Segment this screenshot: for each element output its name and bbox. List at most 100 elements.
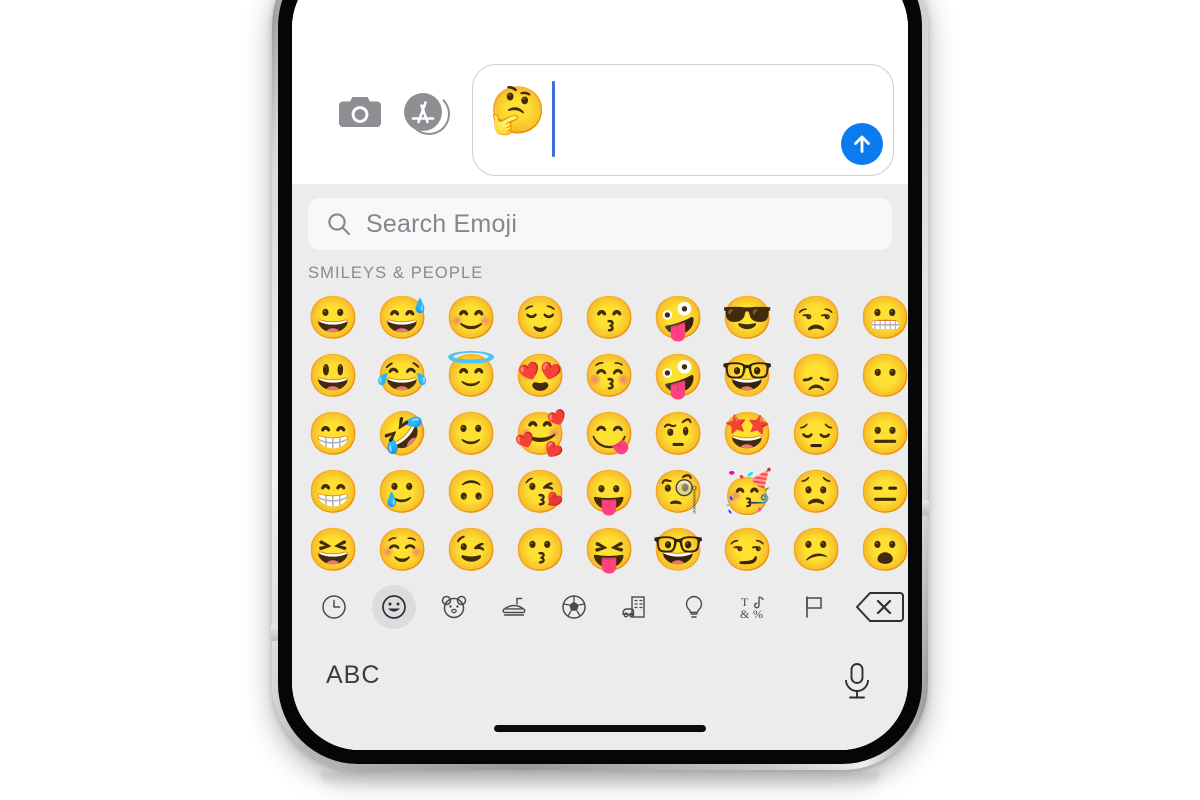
emoji-button[interactable]: 😎	[721, 297, 790, 339]
emoji-button[interactable]: 😶	[859, 355, 908, 397]
emoji-button[interactable]: 😟	[790, 471, 859, 513]
emoji-button[interactable]: 😉	[445, 529, 514, 571]
emoji-button[interactable]: 🤓	[652, 529, 721, 571]
soccer-ball-icon	[562, 595, 586, 619]
emoji-row: 😆 ☺️ 😉 😗 😝 🤓 😏 😕 😮	[307, 521, 908, 579]
frame-antenna-band-left	[271, 625, 278, 641]
smiley-icon	[382, 595, 406, 619]
emoji-button[interactable]: 😘	[514, 471, 583, 513]
emoji-button[interactable]: 🥲	[376, 471, 445, 513]
emoji-button[interactable]: 😒	[790, 297, 859, 339]
emoji-button[interactable]: 😂	[376, 355, 445, 397]
emoji-button[interactable]: 🙂	[445, 413, 514, 455]
emoji-button[interactable]: 😇	[445, 355, 514, 397]
phone-frame: 🤔 Search Emoji SMILEYS & PEOPLE 😀 😅 😊 😌 …	[271, 0, 929, 770]
emoji-button[interactable]: 🤣	[376, 413, 445, 455]
emoji-button[interactable]: 🥳	[721, 471, 790, 513]
emoji-button[interactable]: 😬	[859, 297, 908, 339]
emoji-button[interactable]: 😏	[721, 529, 790, 571]
message-input-field[interactable]: 🤔	[472, 64, 894, 176]
emoji-button[interactable]: 😊	[445, 297, 514, 339]
message-input-value: 🤔	[489, 84, 547, 136]
emoji-button[interactable]: 🤪	[652, 297, 721, 339]
emoji-button[interactable]: 🤩	[721, 413, 790, 455]
screenshot-root: 🤔 Search Emoji SMILEYS & PEOPLE 😀 😅 😊 😌 …	[0, 0, 1200, 800]
compose-actions	[338, 90, 450, 176]
abc-key[interactable]: ABC	[326, 661, 380, 690]
search-icon	[328, 213, 351, 236]
app-store-button[interactable]	[404, 90, 450, 135]
emoji-grid: 😀 😅 😊 😌 😙 🤪 😎 😒 😬 😃 😂 😇 😍 😚 🤪 🤓 😞 😶 😁 🤣 …	[292, 289, 908, 579]
food-icon	[502, 597, 526, 616]
emoji-button[interactable]: 🤪	[652, 355, 721, 397]
arrow-up-icon	[854, 135, 870, 153]
emoji-section-title: SMILEYS & PEOPLE	[308, 264, 484, 282]
svg-text:&: &	[740, 607, 750, 621]
symbols-icon: T & %	[740, 595, 764, 621]
emoji-button[interactable]: 😀	[307, 297, 376, 339]
phone-reflection	[320, 772, 880, 788]
emoji-button[interactable]: 😁	[307, 471, 376, 513]
microphone-icon	[845, 663, 869, 699]
category-animals[interactable]	[432, 585, 476, 629]
phone-screen: 🤔 Search Emoji SMILEYS & PEOPLE 😀 😅 😊 😌 …	[292, 0, 908, 750]
emoji-button[interactable]: 😐	[859, 413, 908, 455]
delete-key[interactable]	[852, 585, 908, 629]
search-placeholder: Search Emoji	[366, 209, 518, 238]
category-flags[interactable]	[792, 585, 836, 629]
emoji-button[interactable]: 🙃	[445, 471, 514, 513]
emoji-button[interactable]: 🥰	[514, 413, 583, 455]
home-indicator[interactable]	[494, 725, 706, 732]
category-travel[interactable]	[612, 585, 656, 629]
camera-button[interactable]	[338, 95, 382, 129]
emoji-row: 😁 🤣 🙂 🥰 😋 🤨 🤩 😔 😐	[307, 405, 908, 463]
compose-bar: 🤔	[292, 46, 908, 176]
emoji-button[interactable]: 😍	[514, 355, 583, 397]
frame-antenna-band-right	[922, 500, 929, 516]
clock-icon	[322, 595, 346, 619]
emoji-button[interactable]: 😔	[790, 413, 859, 455]
delete-backward-icon	[856, 592, 904, 622]
emoji-button[interactable]: 😙	[583, 297, 652, 339]
category-symbols[interactable]: T & %	[732, 585, 776, 629]
travel-icon	[622, 596, 645, 618]
emoji-button[interactable]: 🤓	[721, 355, 790, 397]
search-input[interactable]: Search Emoji	[308, 198, 892, 250]
dictation-button[interactable]	[840, 661, 874, 703]
emoji-button[interactable]: ☺️	[376, 529, 445, 571]
emoji-button[interactable]: 😮	[859, 529, 908, 571]
emoji-button[interactable]: 😃	[307, 355, 376, 397]
phone-bezel: 🤔 Search Emoji SMILEYS & PEOPLE 😀 😅 😊 😌 …	[278, 0, 922, 764]
emoji-button[interactable]: 😆	[307, 529, 376, 571]
emoji-button[interactable]: 😁	[307, 413, 376, 455]
emoji-button[interactable]: 🧐	[652, 471, 721, 513]
emoji-button[interactable]: 😕	[790, 529, 859, 571]
conversation-area: 🤔	[292, 0, 908, 184]
emoji-button[interactable]: 😅	[376, 297, 445, 339]
emoji-button[interactable]: 😛	[583, 471, 652, 513]
category-objects[interactable]	[672, 585, 716, 629]
emoji-button[interactable]: 🤨	[652, 413, 721, 455]
emoji-button[interactable]: 😞	[790, 355, 859, 397]
text-cursor	[552, 81, 556, 157]
emoji-keyboard: Search Emoji SMILEYS & PEOPLE 😀 😅 😊 😌 😙	[292, 184, 908, 750]
emoji-row: 😁 🥲 🙃 😘 😛 🧐 🥳 😟 😑	[307, 463, 908, 521]
category-activity[interactable]	[552, 585, 596, 629]
camera-icon	[339, 97, 381, 127]
emoji-row: 😀 😅 😊 😌 😙 🤪 😎 😒 😬	[307, 289, 908, 347]
emoji-button[interactable]: 😝	[583, 529, 652, 571]
category-food[interactable]	[492, 585, 536, 629]
send-button[interactable]	[841, 123, 883, 165]
category-recents[interactable]	[312, 585, 356, 629]
emoji-button[interactable]: 😋	[583, 413, 652, 455]
emoji-button[interactable]: 😗	[514, 529, 583, 571]
category-smileys[interactable]	[372, 585, 416, 629]
app-store-icon	[404, 93, 442, 131]
keyboard-bottom-bar: ABC	[292, 635, 908, 750]
bear-icon	[441, 595, 467, 619]
emoji-button[interactable]: 😑	[859, 471, 908, 513]
emoji-button[interactable]: 😌	[514, 297, 583, 339]
emoji-button[interactable]: 😚	[583, 355, 652, 397]
flag-icon	[806, 596, 822, 618]
search-row: Search Emoji	[292, 198, 908, 250]
